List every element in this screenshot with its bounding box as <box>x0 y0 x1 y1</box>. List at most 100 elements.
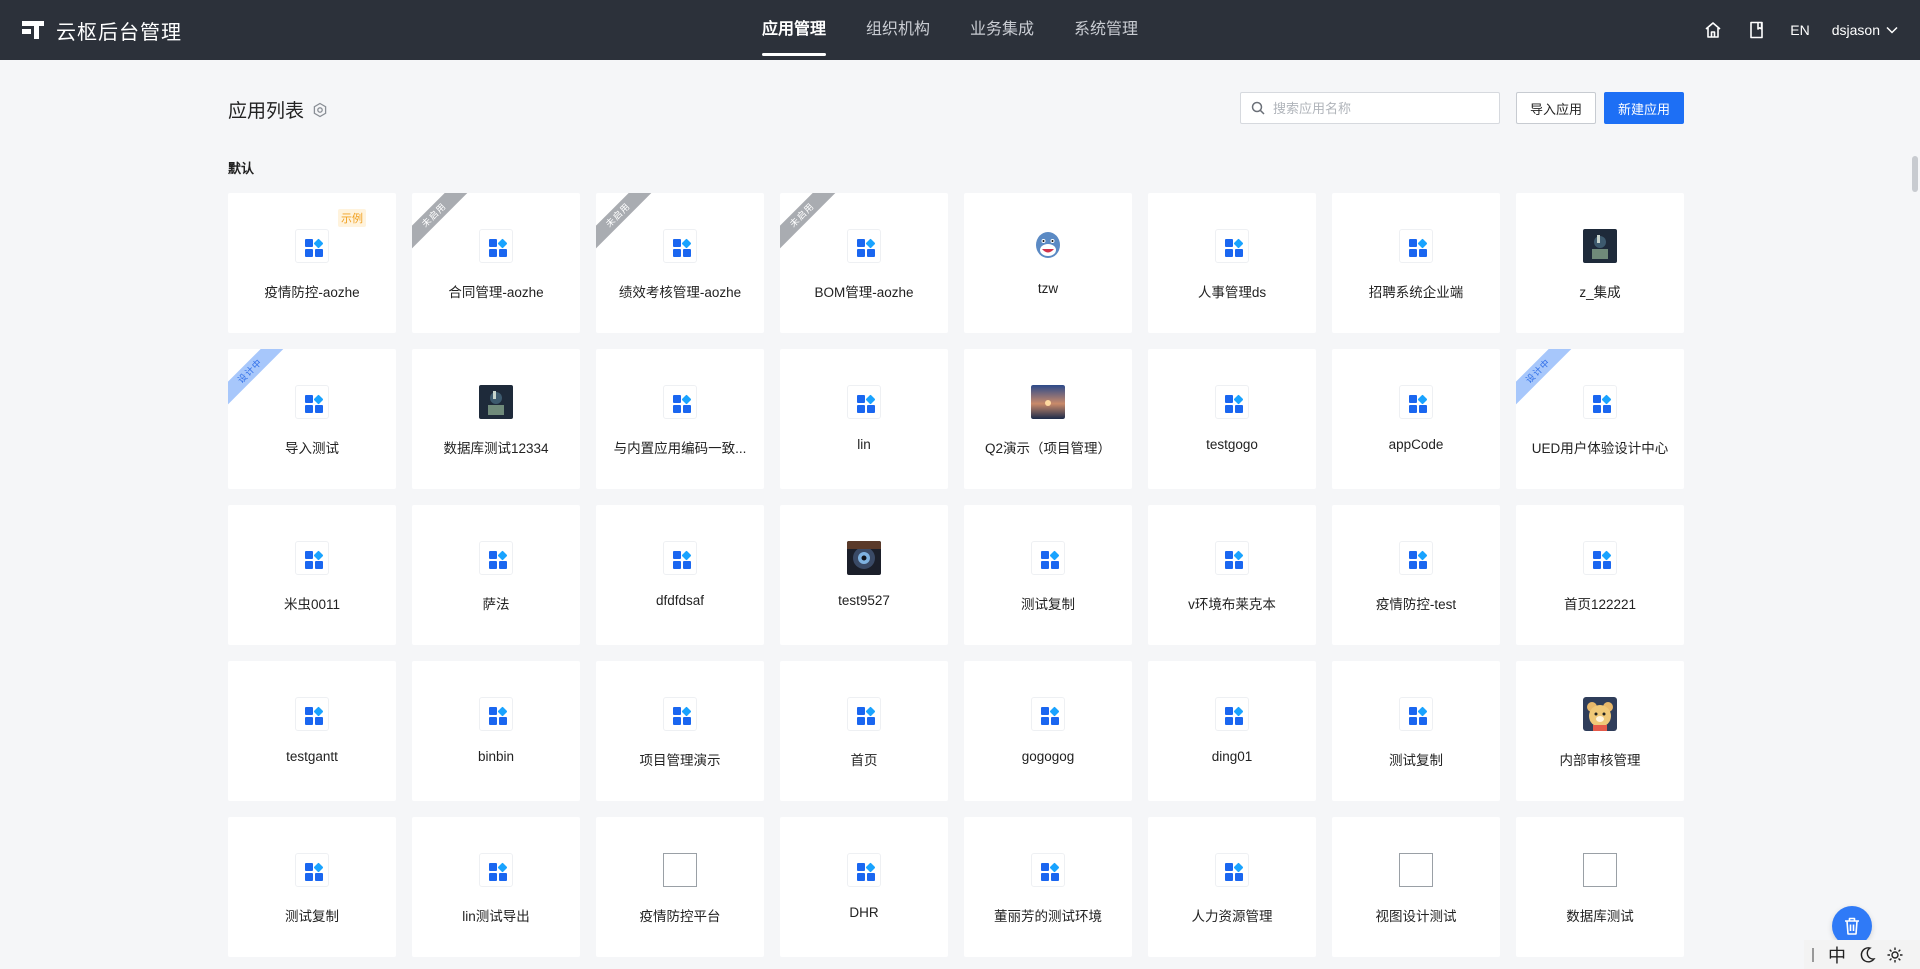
app-icon-wrap <box>847 853 881 887</box>
app-image-icon <box>1583 697 1617 731</box>
brand[interactable]: 云枢后台管理 <box>22 0 182 60</box>
app-grid-icon <box>479 541 513 575</box>
search-box[interactable] <box>1240 92 1500 124</box>
settings-icon[interactable] <box>312 102 328 118</box>
ime-handle[interactable] <box>1812 947 1814 962</box>
app-name: 董丽芳的测试环境 <box>994 909 1102 924</box>
app-name: gogogog <box>1021 749 1075 764</box>
home-icon[interactable] <box>1702 19 1724 41</box>
app-card[interactable]: 项目管理演示 <box>596 661 764 801</box>
app-grid-icon <box>847 853 881 887</box>
app-card[interactable]: z_集成 <box>1516 193 1684 333</box>
app-card[interactable]: 测试复制 <box>228 817 396 957</box>
nav-organization[interactable]: 组织机构 <box>866 0 930 60</box>
app-card[interactable]: 视图设计测试 <box>1332 817 1500 957</box>
app-grid-icon <box>1583 385 1617 419</box>
app-card[interactable]: DHR <box>780 817 948 957</box>
app-card[interactable]: 未启用 BOM管理-aozhe <box>780 193 948 333</box>
book-icon[interactable] <box>1746 19 1768 41</box>
app-card[interactable]: 内部审核管理 <box>1516 661 1684 801</box>
app-name: 人事管理ds <box>1197 285 1267 300</box>
app-name: testgantt <box>286 749 338 764</box>
app-card[interactable]: 数据库测试 <box>1516 817 1684 957</box>
app-grid-icon <box>479 853 513 887</box>
app-name: 视图设计测试 <box>1375 909 1457 924</box>
app-name: Q2演示（项目管理） <box>984 441 1111 456</box>
app-icon-wrap <box>847 697 881 731</box>
nav-app-management[interactable]: 应用管理 <box>762 0 827 60</box>
app-grid-icon <box>663 697 697 731</box>
app-name: 疫情防控-aozhe <box>264 285 360 300</box>
user-menu[interactable]: dsjason <box>1832 22 1898 38</box>
app-card[interactable]: 首页122221 <box>1516 505 1684 645</box>
nav-business-integration[interactable]: 业务集成 <box>970 0 1034 60</box>
app-card[interactable]: testgogo <box>1148 349 1316 489</box>
app-card[interactable]: 疫情防控-test <box>1332 505 1500 645</box>
app-card[interactable]: Q2演示（项目管理） <box>964 349 1132 489</box>
app-card[interactable]: 董丽芳的测试环境 <box>964 817 1132 957</box>
app-card[interactable]: dfdfdsaf <box>596 505 764 645</box>
app-name: DHR <box>849 905 879 920</box>
app-name: 内部审核管理 <box>1559 753 1641 768</box>
app-grid-icon <box>847 385 881 419</box>
app-name: v环境布莱克本 <box>1188 597 1276 612</box>
new-app-button[interactable]: 新建应用 <box>1604 92 1684 124</box>
app-card[interactable]: 人力资源管理 <box>1148 817 1316 957</box>
app-icon-wrap <box>1215 385 1249 419</box>
scrollbar[interactable] <box>1910 60 1920 969</box>
app-name: 测试复制 <box>285 909 339 924</box>
app-card[interactable]: 疫情防控平台 <box>596 817 764 957</box>
moon-icon[interactable] <box>1858 946 1876 964</box>
app-card[interactable]: binbin <box>412 661 580 801</box>
app-card[interactable]: 米虫0011 <box>228 505 396 645</box>
app-card[interactable]: ding01 <box>1148 661 1316 801</box>
app-icon-wrap <box>1583 229 1617 263</box>
app-card[interactable]: 与内置应用编码一致... <box>596 349 764 489</box>
app-card[interactable]: testgantt <box>228 661 396 801</box>
app-card[interactable]: 设计中导入测试 <box>228 349 396 489</box>
nav-system-management[interactable]: 系统管理 <box>1074 0 1138 60</box>
app-card[interactable]: 设计中 UED用户体验设计中心 <box>1516 349 1684 489</box>
search-input[interactable] <box>1273 100 1483 116</box>
app-card[interactable]: 人事管理ds <box>1148 193 1316 333</box>
app-icon-wrap <box>479 385 513 419</box>
app-card[interactable]: test9527 <box>780 505 948 645</box>
group-title: 默认 <box>228 161 255 176</box>
broken-image-icon <box>663 853 697 887</box>
app-card[interactable]: 测试复制 <box>1332 661 1500 801</box>
app-card[interactable]: 测试复制 <box>964 505 1132 645</box>
app-card[interactable]: 萨法 <box>412 505 580 645</box>
app-icon-wrap <box>479 229 513 263</box>
app-icon-wrap <box>663 229 697 263</box>
app-card[interactable]: 数据库测试12334 <box>412 349 580 489</box>
app-name: 测试复制 <box>1021 597 1075 612</box>
app-card[interactable]: v环境布莱克本 <box>1148 505 1316 645</box>
language-switch[interactable]: EN <box>1790 22 1809 38</box>
app-grid-icon <box>295 697 329 731</box>
app-card[interactable]: 招聘系统企业端 <box>1332 193 1500 333</box>
app-card[interactable]: gogogog <box>964 661 1132 801</box>
ime-language[interactable]: 中 <box>1828 942 1846 968</box>
app-name: 导入测试 <box>285 441 339 456</box>
app-card[interactable]: 未启用 合同管理-aozhe <box>412 193 580 333</box>
gear-icon[interactable] <box>1886 946 1904 964</box>
app-card[interactable]: 首页 <box>780 661 948 801</box>
app-grid-icon <box>1399 697 1433 731</box>
status-ribbon: 未启用 <box>412 193 476 257</box>
scrollbar-thumb[interactable] <box>1912 156 1918 192</box>
app-card[interactable]: lin <box>780 349 948 489</box>
top-bar: 云枢后台管理 应用管理 组织机构 业务集成 系统管理 EN dsjason <box>0 0 1920 60</box>
app-name: lin测试导出 <box>462 909 530 924</box>
app-card[interactable]: 未启用 绩效考核管理-aozhe <box>596 193 764 333</box>
app-name: ding01 <box>1211 749 1253 764</box>
status-ribbon: 未启用 <box>596 193 660 257</box>
app-card[interactable]: tzw <box>964 193 1132 333</box>
app-grid-icon <box>1215 697 1249 731</box>
app-card[interactable]: 示例 疫情防控-aozhe <box>228 193 396 333</box>
app-card[interactable]: lin测试导出 <box>412 817 580 957</box>
app-name: 首页122221 <box>1563 597 1637 612</box>
status-ribbon: 设计中 <box>228 349 292 413</box>
app-icon-wrap <box>663 853 697 887</box>
app-card[interactable]: appCode <box>1332 349 1500 489</box>
import-app-button[interactable]: 导入应用 <box>1516 92 1596 124</box>
